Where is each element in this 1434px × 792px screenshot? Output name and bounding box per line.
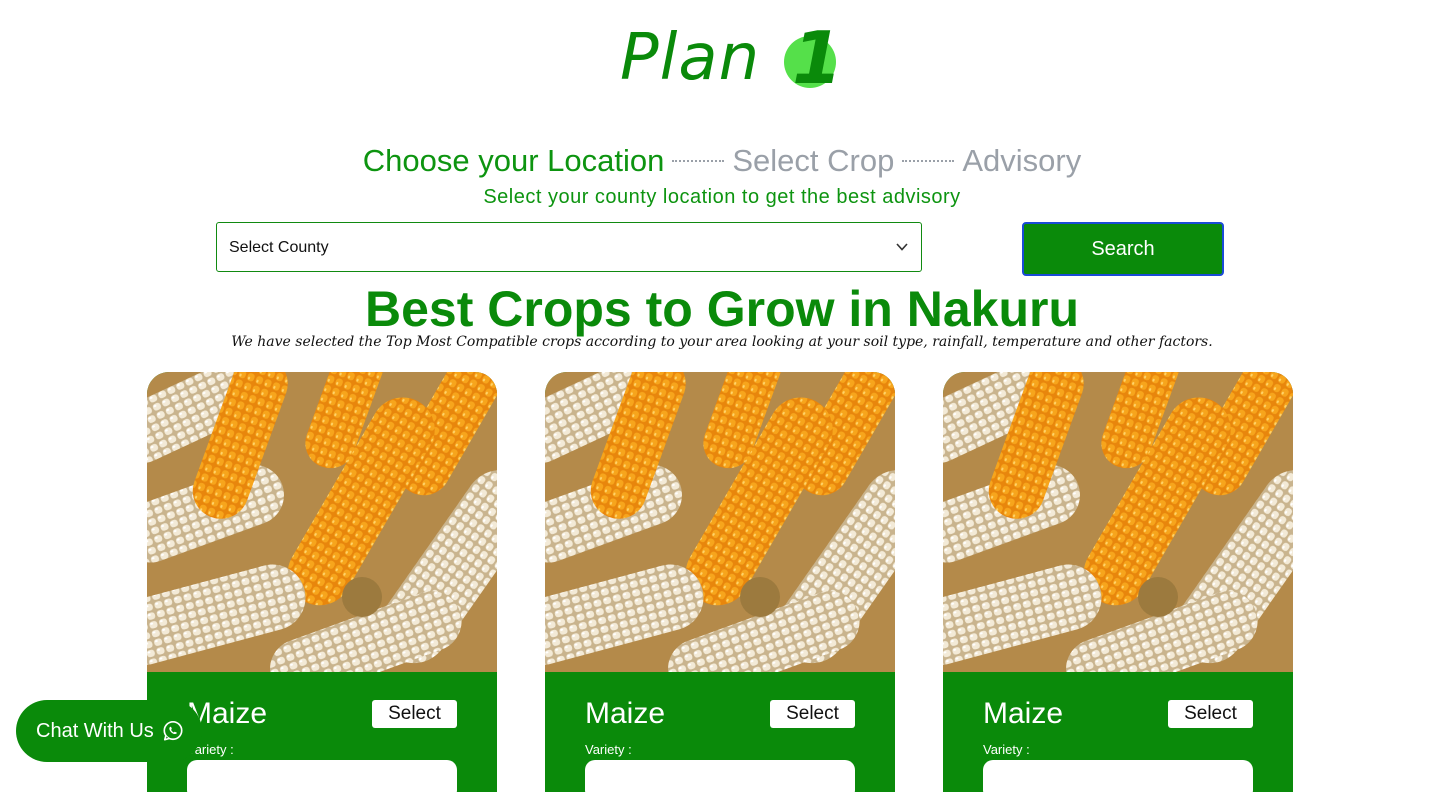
logo-text: Plan xyxy=(620,21,761,95)
variety-label: Variety : xyxy=(585,742,632,757)
variety-label: Variety : xyxy=(983,742,1030,757)
step-divider xyxy=(672,160,725,162)
crop-select-button[interactable]: Select xyxy=(770,700,855,728)
variety-field[interactable] xyxy=(585,760,855,792)
search-button[interactable]: Search xyxy=(1022,222,1224,276)
logo-badge: 1 xyxy=(784,16,843,100)
section-description: We have selected the Top Most Compatible… xyxy=(231,334,1213,350)
logo[interactable]: Plan 1 xyxy=(620,16,843,100)
variety-field[interactable] xyxy=(187,760,457,792)
crop-image xyxy=(147,372,497,672)
county-select-value: Select County xyxy=(229,239,329,256)
step-select-crop: Select Crop xyxy=(732,143,895,178)
logo-badge-number: 1 xyxy=(792,16,843,100)
crop-image xyxy=(545,372,895,672)
section-title: Best Crops to Grow in Nakuru xyxy=(365,281,1079,337)
progress-stepper: Choose your Location Select Crop Advisor… xyxy=(0,138,1434,184)
step-divider xyxy=(902,160,955,162)
variety-field[interactable] xyxy=(983,760,1253,792)
crop-card: Maize Select Variety : xyxy=(943,372,1293,792)
crop-select-button[interactable]: Select xyxy=(372,700,457,728)
step-choose-location: Choose your Location xyxy=(362,143,665,178)
chat-with-us-button[interactable]: Chat With Us xyxy=(16,700,202,762)
crop-select-button[interactable]: Select xyxy=(1168,700,1253,728)
crop-name: Maize xyxy=(983,697,1064,730)
crop-image xyxy=(943,372,1293,672)
crop-name: Maize xyxy=(585,697,666,730)
county-select[interactable]: Select County xyxy=(216,222,922,272)
location-subtitle: Select your county location to get the b… xyxy=(483,186,961,208)
whatsapp-icon xyxy=(163,721,183,741)
chat-label: Chat With Us xyxy=(36,719,154,742)
step-advisory: Advisory xyxy=(962,143,1082,178)
chevron-down-icon xyxy=(896,243,908,251)
crop-card: Maize Select Variety : xyxy=(545,372,895,792)
